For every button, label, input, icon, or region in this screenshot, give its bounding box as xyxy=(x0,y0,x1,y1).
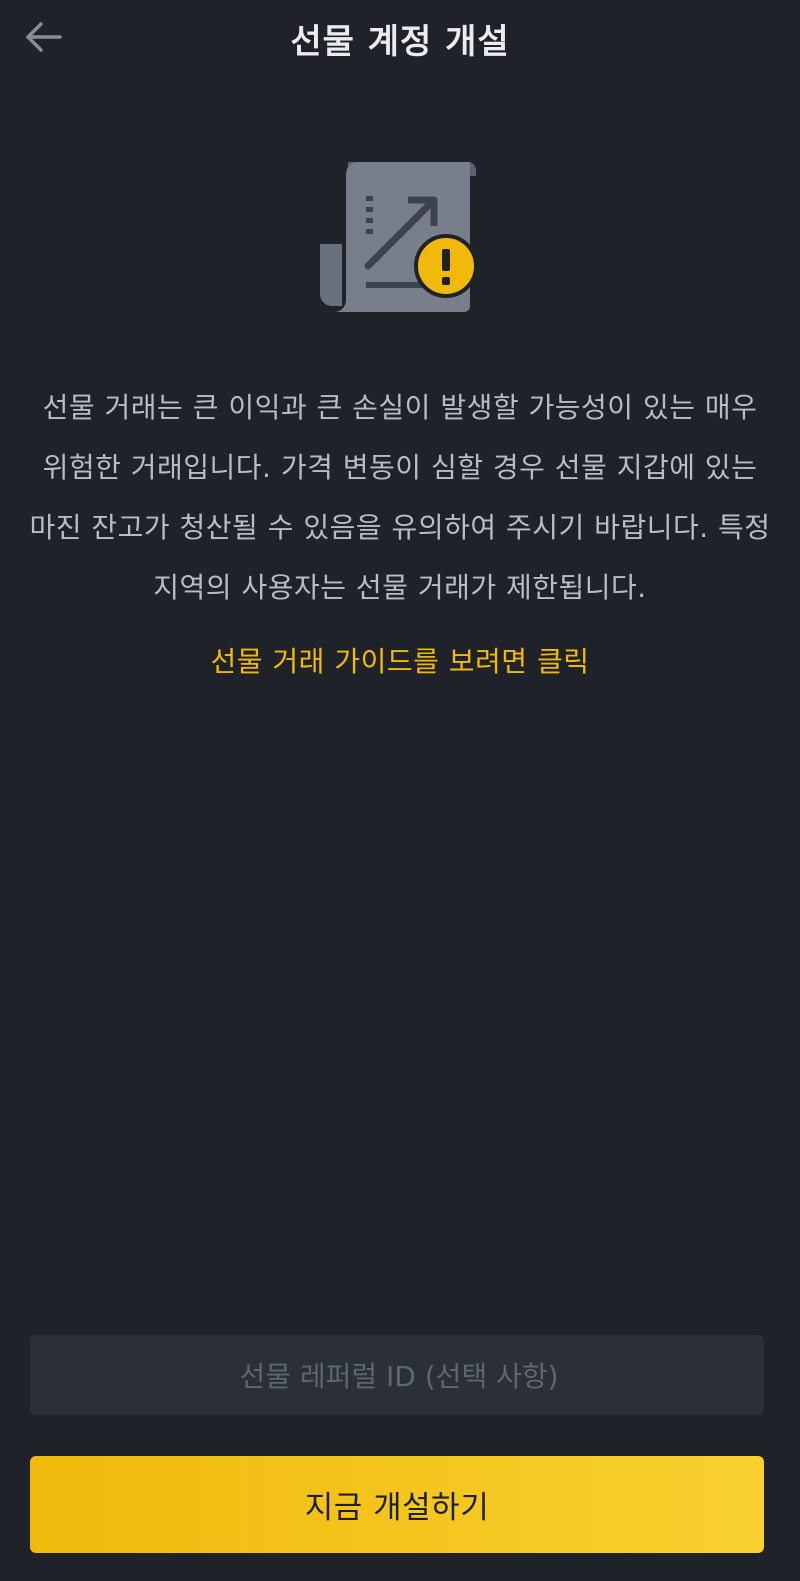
futures-guide-link[interactable]: 선물 거래 가이드를 보려면 클릭 xyxy=(0,640,800,680)
risk-warning-text: 선물 거래는 큰 이익과 큰 손실이 발생할 가능성이 있는 매우 위험한 거래… xyxy=(29,391,771,604)
page-title: 선물 계정 개설 xyxy=(290,22,510,62)
futures-document-warning-icon xyxy=(318,156,483,316)
referral-id-field[interactable] xyxy=(30,1335,768,1417)
header-bar: 선물 계정 개설 xyxy=(0,0,800,76)
open-account-button[interactable]: 지금 개설하기 xyxy=(30,1456,764,1553)
referral-id-input[interactable] xyxy=(30,1335,768,1417)
